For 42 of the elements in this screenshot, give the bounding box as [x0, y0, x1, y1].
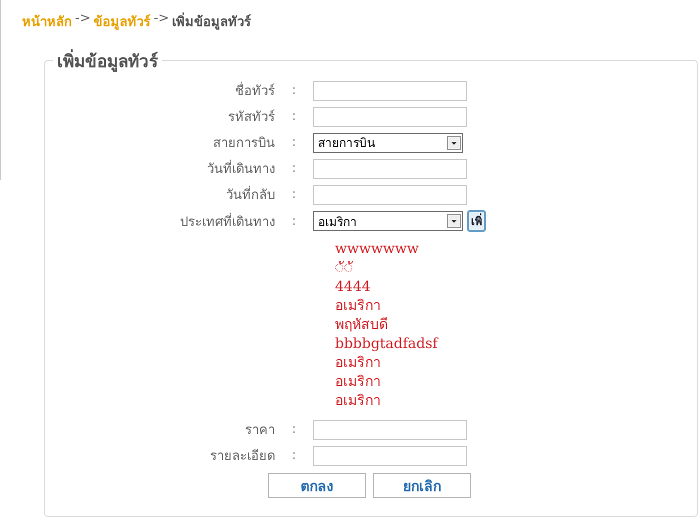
breadcrumb-separator: ->	[154, 11, 170, 28]
colon: :	[290, 214, 298, 228]
country-item: 4444	[335, 278, 372, 297]
country-item: อเมริกา	[335, 373, 382, 392]
text-field[interactable]	[313, 184, 467, 204]
dropdown[interactable]: อเมริกา	[313, 211, 463, 231]
country-item: ◌ั◌ั	[335, 259, 354, 278]
field-label: ประเทศที่เดินทาง	[180, 212, 275, 232]
field-label: ราคา	[245, 422, 275, 440]
country-item: อเมริกา	[335, 297, 382, 316]
colon: :	[290, 161, 298, 176]
country-item: wwwwwww	[335, 240, 420, 259]
caret-icon	[447, 214, 461, 228]
form-button[interactable]: ตกลง	[268, 473, 366, 498]
country-item: อเมริกา	[335, 354, 382, 373]
country-item: พฤหัสบดี	[335, 316, 389, 335]
text-field[interactable]	[313, 106, 467, 126]
add-button[interactable]: เพิ่	[467, 210, 486, 232]
form-title: เพิ่มข้อมูลทัวร์	[53, 47, 162, 74]
field-label: รายละเอียด	[210, 448, 275, 466]
dropdown[interactable]: สายการบิน	[313, 132, 463, 152]
colon: :	[290, 135, 298, 150]
field-label: ชื่อทัวร์	[235, 80, 275, 101]
breadcrumb-current: เพิ่มข้อมูลทัวร์	[172, 11, 252, 32]
country-item: อเมริกา	[335, 392, 382, 411]
form-button[interactable]: ยกเลิก	[373, 473, 471, 498]
colon: :	[290, 187, 298, 202]
field-label: วันที่เดินทาง	[207, 158, 275, 179]
text-field[interactable]	[313, 80, 467, 100]
colon: :	[290, 448, 298, 463]
field-label: สายการบิน	[213, 135, 275, 153]
text-field[interactable]	[313, 420, 467, 440]
colon: :	[290, 109, 298, 124]
field-label: รหัสทัวร์	[228, 108, 275, 127]
country-item: bbbbgtadfadsf	[335, 335, 440, 354]
colon: :	[290, 422, 298, 437]
colon: :	[290, 83, 298, 98]
text-field[interactable]	[313, 158, 467, 178]
text-field[interactable]	[313, 446, 467, 466]
caret-icon	[447, 136, 461, 150]
field-label: วันที่กลับ	[226, 184, 275, 205]
breadcrumb-separator: ->	[75, 11, 91, 28]
